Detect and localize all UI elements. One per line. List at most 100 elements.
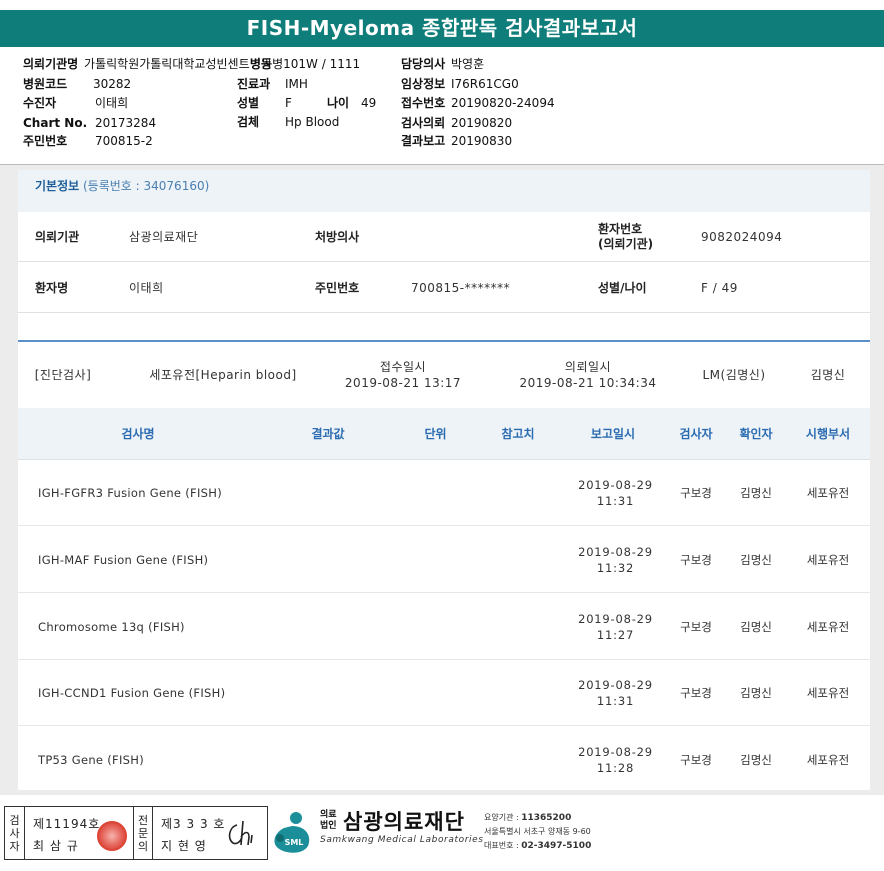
col-result: 결과값 (311, 427, 345, 441)
tester: 구보경 (680, 553, 712, 567)
confirmer: 김명신 (740, 486, 772, 500)
care-code: 요양기관 : 11365200 (484, 813, 572, 823)
report-datetime: 2019-08-29 11:31 (578, 678, 653, 708)
specialist-vertical-label: 전 문 의 (133, 807, 153, 859)
patient-info-row: 환자명 이태희 주민번호 700815-******* 성별/나이 F / 49 (18, 263, 870, 313)
result-value (298, 460, 358, 526)
table-row: TP53 Gene (FISH) 2019-08-29 11:28 구보경 김명신… (18, 727, 870, 793)
order-category: [진단검사] (34, 368, 92, 382)
tester: 구보경 (680, 753, 712, 767)
specimen-field: 검체 Hp Blood (237, 115, 340, 129)
request-datetime: 의뢰일시 2019-08-21 10:34:34 (519, 360, 657, 390)
unit (413, 660, 458, 726)
sml-logo-icon: SML (274, 812, 310, 853)
reference (488, 727, 548, 793)
report-datetime: 2019-08-29 11:28 (578, 745, 653, 775)
col-tester: 검사자 (679, 427, 713, 441)
receipt-datetime: 접수일시 2019-08-21 13:17 (344, 360, 462, 390)
resident-value: 700815-******* (411, 280, 511, 295)
tester: 구보경 (680, 686, 712, 700)
col-report-date: 보고일시 (590, 427, 636, 441)
confirmer: 김명신 (740, 620, 772, 634)
specialist-license: 제3 3 3 호 (161, 817, 226, 831)
tester: 구보경 (680, 486, 712, 500)
col-unit: 단위 (424, 427, 447, 441)
chart-no-field: Chart No. 20173284 (23, 116, 157, 130)
test-name: IGH-CCND1 Fusion Gene (FISH) (38, 686, 226, 700)
seal-stamp-icon (97, 821, 127, 851)
report-datetime: 2019-08-29 11:32 (578, 545, 653, 575)
footer: 검 사 자 제11194호 최 삼 규 전 문 의 제3 3 3 호 지 현 영… (0, 800, 884, 871)
table-row: IGH-MAF Fusion Gene (FISH) 2019-08-29 11:… (18, 527, 870, 593)
order-row: [진단검사] 세포유전[Heparin blood] 접수일시 2019-08-… (18, 342, 870, 408)
test-name: IGH-FGFR3 Fusion Gene (FISH) (38, 486, 222, 500)
reference (488, 527, 548, 593)
registration-number: (등록번호 : 34076160) (83, 179, 210, 193)
resident-no-field: 주민번호 700815-2 (23, 134, 153, 148)
order-lm: LM(김명신) (702, 368, 766, 382)
sample-collector-field: 수진자 이태희 (23, 96, 129, 110)
reference (488, 594, 548, 660)
tester-license: 제11194호 (33, 817, 101, 831)
result-report-field: 결과보고 20190830 (401, 134, 513, 148)
confirmer: 김명신 (740, 553, 772, 567)
address: 서울특별시 서초구 양재동 9-60 (484, 827, 591, 836)
order-test: 세포유전[Heparin blood] (149, 368, 297, 382)
department: 세포유전 (806, 553, 850, 567)
table-row: Chromosome 13q (FISH) 2019-08-29 11:27 구보… (18, 594, 870, 660)
sex-age-value: F / 49 (701, 280, 738, 295)
specialist-name: 지 현 영 (161, 839, 207, 853)
department: 세포유전 (806, 686, 850, 700)
unit (413, 527, 458, 593)
confirmer: 김명신 (740, 753, 772, 767)
table-row: IGH-FGFR3 Fusion Gene (FISH) 2019-08-29 1… (18, 460, 870, 526)
col-department: 시행부서 (805, 427, 851, 441)
order-person: 김명신 (810, 368, 846, 382)
sex-field: 성별 F (237, 96, 292, 110)
col-test-name: 검사명 (121, 427, 155, 441)
brand-english: Samkwang Medical Laboratories (320, 835, 484, 845)
department-field: 진료과 IMH (237, 77, 308, 91)
reference (488, 660, 548, 726)
institution-value: 삼광의료재단 (129, 229, 199, 244)
age-field: 나이 49 (327, 96, 377, 110)
institution-field: 의뢰기관명 가톨릭학원가톨릭대학교성빈센트병원 (23, 57, 272, 71)
receipt-no-field: 접수번호 20190820-24094 (401, 96, 555, 110)
department: 세포유전 (806, 753, 850, 767)
test-request-field: 검사의뢰 20190820 (401, 116, 513, 130)
ward-field: 병동병101W / 1111 (250, 57, 361, 71)
test-name: TP53 Gene (FISH) (38, 753, 144, 767)
unit (413, 594, 458, 660)
basic-info-header: 기본정보 (등록번호 : 34076160) (18, 170, 870, 212)
signature-box: 검 사 자 제11194호 최 삼 규 전 문 의 제3 3 3 호 지 현 영 (4, 806, 268, 860)
department: 세포유전 (806, 620, 850, 634)
sex-age-label: 성별/나이 (598, 280, 647, 295)
report-datetime: 2019-08-29 11:31 (578, 478, 653, 508)
department: 세포유전 (806, 486, 850, 500)
result-value (298, 727, 358, 793)
brand-corp-label: 의료 법인 (320, 810, 337, 831)
patient-no-label: 환자번호 (의뢰기관) (598, 222, 654, 251)
phone: 대표번호 : 02-3497-5100 (484, 841, 592, 851)
unit (413, 460, 458, 526)
resident-label: 주민번호 (315, 280, 360, 295)
col-reference: 참고치 (501, 427, 535, 441)
tester-vertical-label: 검 사 자 (5, 807, 25, 859)
institution-label: 의뢰기관 (35, 229, 80, 244)
table-row: IGH-CCND1 Fusion Gene (FISH) 2019-08-29 1… (18, 660, 870, 726)
test-name: IGH-MAF Fusion Gene (FISH) (38, 553, 209, 567)
basic-info-title: 기본정보 (35, 179, 80, 193)
patient-info-row: 의뢰기관 삼광의료재단 처방의사 환자번호 (의뢰기관) 9082024094 (18, 212, 870, 262)
result-value (298, 527, 358, 593)
doctor-field: 담당의사 박영훈 (401, 57, 485, 71)
logo-badge-text: SML (285, 838, 304, 847)
brand-name: 삼광의료재단 (343, 810, 465, 834)
prescriber-label: 처방의사 (315, 229, 360, 244)
report-datetime: 2019-08-29 11:27 (578, 612, 653, 642)
unit (413, 727, 458, 793)
result-value (298, 660, 358, 726)
confirmer: 김명신 (740, 686, 772, 700)
tester: 구보경 (680, 620, 712, 634)
hospital-code-field: 병원코드 30282 (23, 77, 132, 91)
results-header: 검사명 결과값 단위 참고치 보고일시 검사자 확인자 시행부서 (18, 408, 870, 460)
